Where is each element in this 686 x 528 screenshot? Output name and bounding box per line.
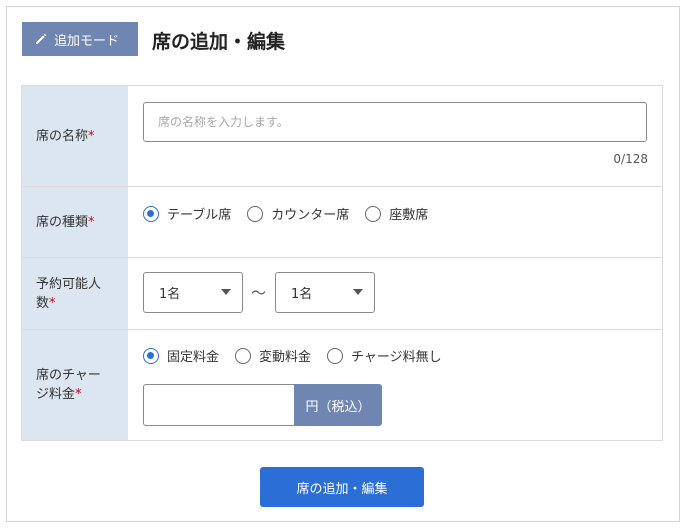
radio-unchecked-icon[interactable]	[327, 347, 344, 364]
charge-label: 席のチャー ジ料金*	[22, 330, 128, 440]
form-row-type: 席の種類* テーブル席 カウンター席 座敷席	[22, 187, 662, 258]
seat-type-label: 席の種類*	[22, 187, 128, 257]
price-unit-label: 円（税込）	[294, 384, 382, 426]
submit-button[interactable]: 席の追加・編集	[260, 467, 424, 507]
required-mark: *	[49, 295, 56, 311]
radio-option-no-charge[interactable]: チャージ料無し	[327, 346, 442, 365]
charge-amount-input[interactable]	[143, 384, 295, 426]
radio-unchecked-icon[interactable]	[365, 205, 382, 222]
capacity-label: 予約可能人 数*	[22, 258, 128, 329]
charge-type-radio-group: 固定料金 変動料金 チャージ料無し	[143, 346, 458, 365]
radio-option-counter[interactable]: カウンター席	[247, 204, 349, 223]
radio-option-table[interactable]: テーブル席	[143, 204, 231, 223]
radio-option-fixed[interactable]: 固定料金	[143, 346, 219, 365]
radio-unchecked-icon[interactable]	[235, 347, 252, 364]
radio-unchecked-icon[interactable]	[247, 205, 264, 222]
form-row-name: 席の名称* 0/128	[22, 86, 662, 187]
form-row-charge: 席のチャー ジ料金* 固定料金 変動料金 チャージ料無し 円（税込）	[22, 330, 662, 440]
radio-checked-icon[interactable]	[143, 347, 159, 364]
range-separator: 〜	[251, 284, 267, 302]
add-mode-badge: 追加モード	[22, 22, 138, 56]
radio-option-zashiki[interactable]: 座敷席	[365, 204, 428, 223]
char-counter: 0/128	[613, 152, 648, 166]
max-capacity-select[interactable]: 1名	[275, 272, 375, 313]
seat-name-label: 席の名称*	[22, 86, 128, 186]
page-title: 席の追加・編集	[152, 31, 286, 53]
dropdown-caret-icon	[221, 289, 231, 295]
seat-type-radio-group: テーブル席 カウンター席 座敷席	[143, 204, 444, 223]
min-capacity-select[interactable]: 1名	[143, 272, 243, 313]
required-mark: *	[75, 387, 82, 402]
dropdown-caret-icon	[353, 289, 363, 295]
required-mark: *	[88, 128, 95, 144]
radio-checked-icon[interactable]	[143, 205, 159, 222]
seat-name-input[interactable]	[143, 102, 647, 142]
radio-option-variable[interactable]: 変動料金	[235, 346, 311, 365]
mode-badge-label: 追加モード	[54, 33, 120, 49]
required-mark: *	[88, 214, 95, 230]
form-row-capacity: 予約可能人 数* 1名 〜 1名	[22, 258, 662, 330]
seat-form: 席の名称* 0/128 席の種類* テーブル席 カウンター席	[21, 85, 663, 441]
pencil-icon	[34, 32, 48, 46]
